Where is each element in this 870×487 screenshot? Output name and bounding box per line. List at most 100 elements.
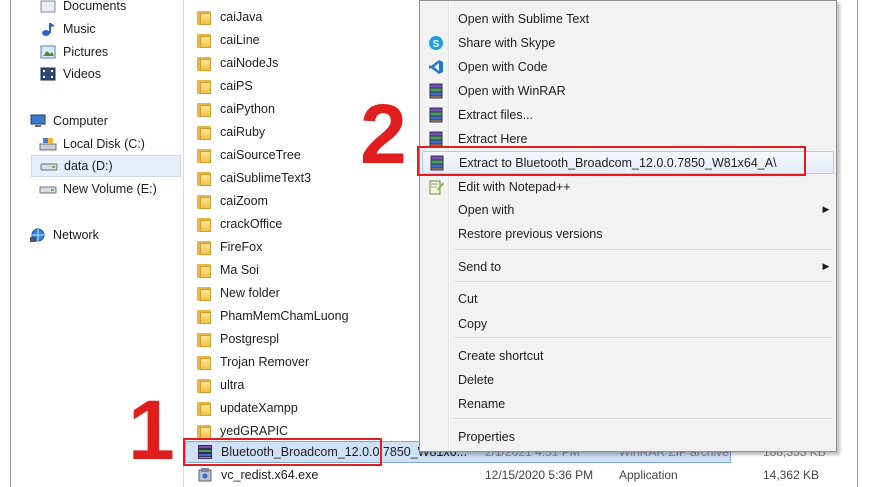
folder-name: Ma Soi: [220, 263, 259, 277]
menu-item[interactable]: Restore previous versions: [422, 222, 834, 245]
menu-icon-slot: [426, 314, 446, 334]
menu-item[interactable]: Open with WinRAR: [422, 79, 834, 102]
menu-item-label: Extract Here: [458, 131, 528, 146]
nav-item-network[interactable]: Network: [29, 224, 199, 246]
menu-item-label: Open with: [458, 202, 515, 217]
nav-item-computer[interactable]: Computer: [29, 110, 199, 132]
menu-icon-slot: [426, 9, 446, 29]
nav-label: New Volume (E:): [63, 182, 157, 196]
folder-name: yedGRAPIC: [220, 424, 289, 438]
nav-label: Videos: [63, 67, 101, 81]
menu-icon-slot: [426, 370, 446, 390]
folder-icon: [197, 102, 211, 117]
folder-row[interactable]: FireFox: [197, 236, 262, 258]
menu-separator: [454, 337, 832, 339]
menu-icon-slot: [426, 427, 446, 447]
installer-icon: [197, 467, 213, 483]
folder-row[interactable]: PhamMemChamLuong: [197, 305, 349, 327]
folder-name: caiNodeJs: [220, 56, 279, 70]
menu-item[interactable]: Open with Sublime Text: [422, 7, 834, 30]
menu-item[interactable]: Open with ▶: [422, 198, 834, 221]
folder-icon: [197, 309, 211, 324]
pictures-icon: [39, 44, 57, 60]
menu-item-label: Share with Skype: [458, 35, 556, 50]
folder-name: updateXampp: [220, 401, 298, 415]
folder-name: caiSublimeText3: [220, 171, 312, 185]
folder-name: ultra: [220, 378, 245, 392]
folder-row[interactable]: caiPython: [197, 98, 275, 120]
menu-item[interactable]: Open with Code: [422, 55, 834, 78]
folder-icon: [197, 240, 211, 255]
menu-item[interactable]: Extract files...: [422, 103, 834, 126]
file-row-vc-redist[interactable]: vc_redist.x64.exe: [197, 464, 318, 486]
menu-item-label: Delete: [458, 372, 495, 387]
folder-icon: [197, 148, 211, 163]
folder-icon: [197, 10, 211, 25]
folder-row[interactable]: caiPS: [197, 75, 253, 97]
menu-separator: [454, 418, 832, 420]
local-disk-icon: [39, 136, 57, 152]
file-date: 12/15/2020 5:36 PM: [485, 468, 594, 482]
skype-icon: S: [426, 33, 446, 53]
folder-name: caiLine: [220, 33, 260, 47]
step2-highlight-box: [417, 146, 806, 176]
menu-item[interactable]: Rename: [422, 392, 834, 415]
menu-item[interactable]: Edit with Notepad++: [422, 175, 834, 198]
menu-icon-slot: [426, 289, 446, 309]
videos-icon: [39, 66, 57, 82]
folder-row[interactable]: crackOffice: [197, 213, 282, 235]
menu-item-label: Rename: [458, 396, 506, 411]
submenu-arrow-icon: ▶: [822, 261, 830, 271]
folder-row[interactable]: New folder: [197, 282, 280, 304]
nav-label: Pictures: [63, 45, 109, 59]
documents-icon: [39, 0, 57, 14]
menu-item[interactable]: Create shortcut: [422, 344, 834, 367]
nav-label: Local Disk (C:): [63, 137, 145, 151]
folder-name: New folder: [220, 286, 280, 300]
menu-item-label: Send to: [458, 259, 502, 274]
folder-row[interactable]: caiJava: [197, 6, 262, 28]
winrar-icon: [426, 81, 446, 101]
folder-name: FireFox: [220, 240, 263, 254]
menu-icon-slot: [426, 200, 446, 220]
folder-row[interactable]: Postgrespl: [197, 328, 279, 350]
folder-icon: [197, 332, 211, 347]
explorer-window: Documents Music Pictures Videos Computer: [0, 0, 870, 487]
menu-item[interactable]: Cut: [422, 287, 834, 310]
menu-item[interactable]: S Share with Skype: [422, 31, 834, 54]
winrar-icon: [426, 105, 446, 125]
folder-icon: [197, 355, 211, 370]
folder-row[interactable]: caiSublimeText3: [197, 167, 311, 189]
folder-row[interactable]: Ma Soi: [197, 259, 259, 281]
folder-name: caiPython: [220, 102, 275, 116]
folder-icon: [197, 401, 211, 416]
submenu-arrow-icon: ▶: [822, 204, 830, 214]
nav-label: data (D:): [64, 159, 113, 173]
step1-number: 1: [128, 383, 175, 477]
nav-item-data-d[interactable]: data (D:): [31, 155, 181, 177]
folder-row[interactable]: caiRuby: [197, 121, 265, 143]
pane-splitter[interactable]: [183, 0, 184, 487]
menu-item[interactable]: Send to ▶: [422, 255, 834, 278]
menu-item-label: Extract files...: [458, 107, 534, 122]
folder-name: crackOffice: [220, 217, 283, 231]
folder-icon: [197, 171, 211, 186]
folder-row[interactable]: caiNodeJs: [197, 52, 278, 74]
menu-item[interactable]: Delete: [422, 368, 834, 391]
menu-item-label: Edit with Notepad++: [458, 179, 571, 194]
menu-icon-slot: [426, 346, 446, 366]
folder-row[interactable]: updateXampp: [197, 397, 298, 419]
menu-item[interactable]: Properties: [422, 425, 834, 448]
step2-number: 2: [360, 87, 407, 181]
vscode-icon: [426, 57, 446, 77]
folder-icon: [197, 286, 211, 301]
folder-row[interactable]: caiZoom: [197, 190, 268, 212]
folder-icon: [197, 56, 211, 71]
menu-item-label: Cut: [458, 291, 478, 306]
menu-item[interactable]: Copy: [422, 312, 834, 335]
folder-row[interactable]: caiLine: [197, 29, 260, 51]
folder-row[interactable]: ultra: [197, 374, 244, 396]
folder-row[interactable]: Trojan Remover: [197, 351, 309, 373]
folder-row[interactable]: caiSourceTree: [197, 144, 301, 166]
nav-label: Computer: [53, 114, 108, 128]
